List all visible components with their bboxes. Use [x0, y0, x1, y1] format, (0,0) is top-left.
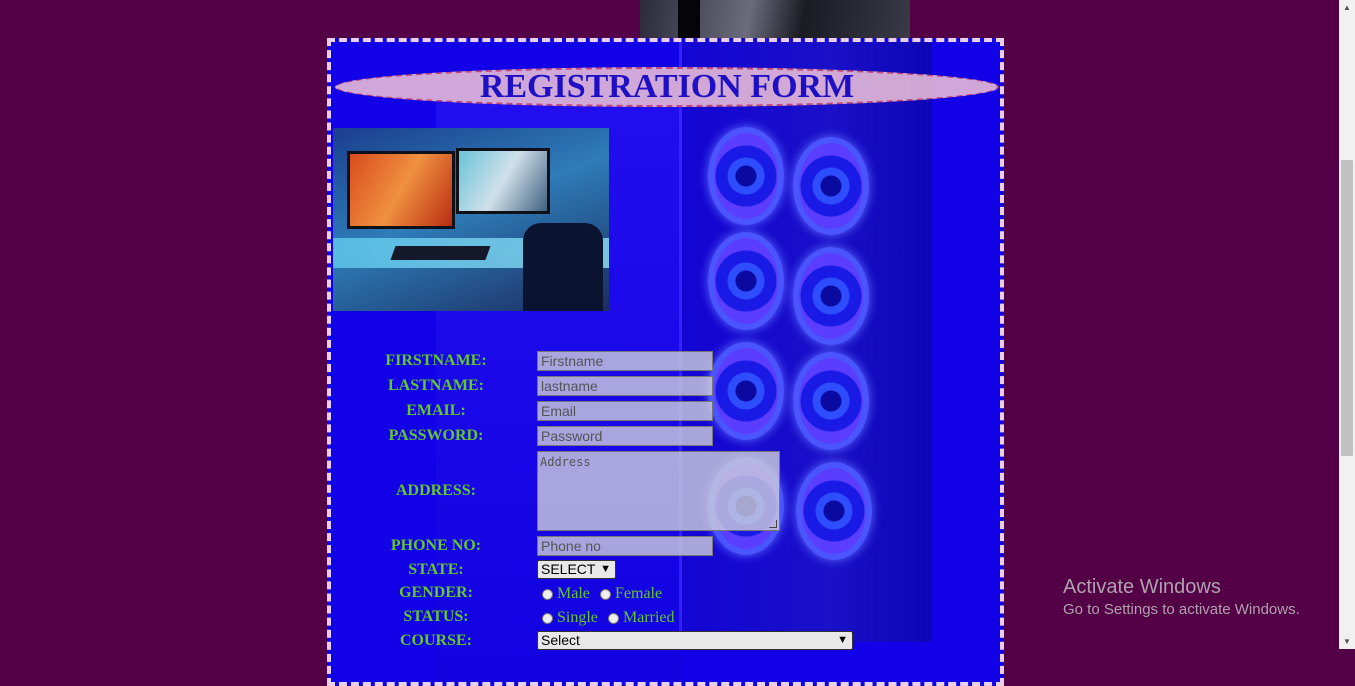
- watermark-subtitle: Go to Settings to activate Windows.: [1063, 601, 1300, 618]
- firstname-label: FIRSTNAME:: [385, 352, 487, 369]
- course-label: COURSE:: [399, 632, 472, 649]
- form-title: REGISTRATION FORM: [479, 68, 855, 105]
- windows-activation-watermark: Activate Windows Go to Settings to activ…: [1063, 575, 1300, 621]
- fan-decoration: [793, 247, 869, 345]
- course-select[interactable]: Select ▼: [537, 631, 853, 650]
- watermark-title: Activate Windows: [1063, 576, 1221, 598]
- fan-decoration: [708, 127, 784, 225]
- chevron-down-icon: ▼: [837, 634, 848, 646]
- page-scrollbar[interactable]: ▲ ▼: [1339, 0, 1355, 649]
- phone-input[interactable]: Phone no: [537, 536, 713, 556]
- resize-handle-icon[interactable]: [769, 520, 777, 528]
- gaming-setup-image: [333, 128, 609, 311]
- phone-label: PHONE NO:: [390, 537, 482, 554]
- gender-label: GENDER:: [399, 584, 473, 601]
- gender-male-radio[interactable]: [542, 589, 553, 600]
- address-placeholder: Address: [540, 455, 591, 469]
- password-input[interactable]: Password: [537, 426, 713, 446]
- state-select[interactable]: SELECT ▼: [537, 560, 616, 579]
- gender-female-radio[interactable]: [600, 589, 611, 600]
- fan-decoration: [793, 137, 869, 235]
- status-married-label: Married: [623, 609, 675, 626]
- registration-form: REGISTRATION FORM FIRSTNAME: Firstname L…: [327, 38, 1004, 686]
- email-label: EMAIL:: [406, 402, 466, 419]
- scroll-down-icon[interactable]: ▼: [1343, 637, 1351, 646]
- gender-male-label: Male: [557, 585, 590, 602]
- lastname-input[interactable]: lastname: [537, 376, 713, 396]
- email-input[interactable]: Email: [537, 401, 713, 421]
- lastname-label: LASTNAME:: [387, 377, 484, 394]
- state-label: STATE:: [408, 561, 464, 578]
- fan-decoration: [708, 232, 784, 330]
- fan-decoration: [708, 342, 784, 440]
- fan-decoration: [793, 352, 869, 450]
- password-label: PASSWORD:: [388, 427, 484, 444]
- pc-case-background: [679, 42, 932, 642]
- chevron-down-icon: ▼: [600, 563, 611, 575]
- gender-female-label: Female: [615, 585, 663, 602]
- state-selected-value: SELECT: [541, 561, 596, 577]
- address-label: ADDRESS:: [395, 482, 476, 499]
- address-textarea[interactable]: Address: [537, 451, 780, 531]
- status-married-radio[interactable]: [608, 613, 619, 624]
- form-title-banner: REGISTRATION FORM: [335, 67, 999, 107]
- fan-decoration: [796, 462, 872, 560]
- firstname-input[interactable]: Firstname: [537, 351, 713, 371]
- course-selected-value: Select: [541, 632, 580, 648]
- status-single-label: Single: [557, 609, 598, 626]
- status-label: STATUS:: [403, 608, 469, 625]
- status-single-radio[interactable]: [542, 613, 553, 624]
- scroll-up-icon[interactable]: ▲: [1343, 3, 1351, 12]
- scrollbar-thumb[interactable]: [1341, 160, 1353, 456]
